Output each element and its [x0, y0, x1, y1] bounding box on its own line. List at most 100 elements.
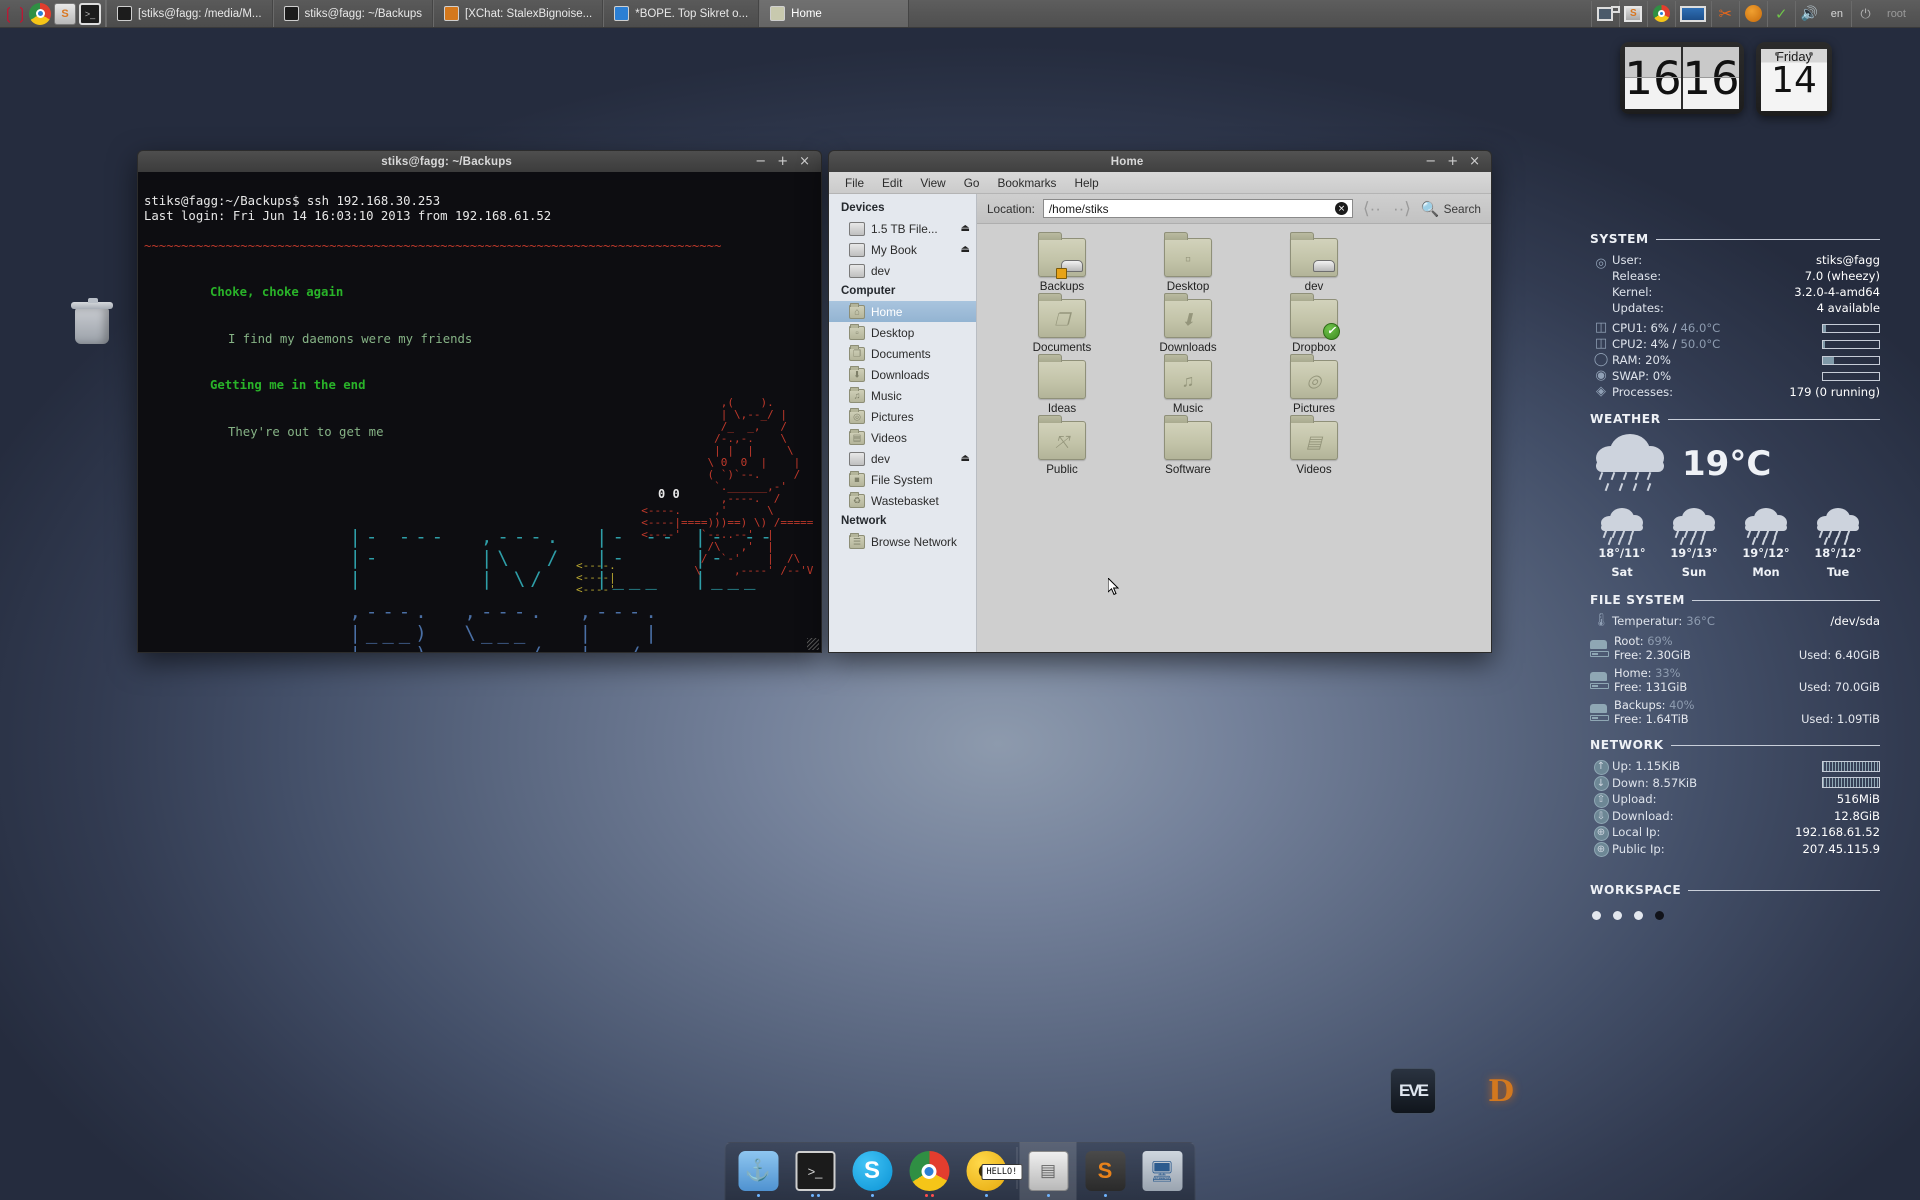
clock-minute: 16 — [1682, 47, 1740, 109]
sublime-launcher-icon[interactable]: S — [54, 2, 76, 25]
file-item-downloads[interactable]: ⬇ Downloads — [1125, 293, 1251, 354]
file-item-desktop[interactable]: ▫ Desktop — [1125, 232, 1251, 293]
sidebar-item-wastebasket[interactable]: ♻ Wastebasket — [829, 490, 976, 511]
maximize-icon[interactable]: + — [1447, 155, 1458, 168]
minimize-icon[interactable]: − — [1425, 155, 1436, 168]
places-sidebar[interactable]: Devices 1.5 TB File... ⏏ My Book ⏏ dev Compute… — [829, 194, 977, 652]
file-item-public[interactable]: ⤧ Public — [999, 415, 1125, 476]
terminal-titlebar[interactable]: stiks@fagg: ~/Backups − + × — [137, 150, 822, 172]
cpu1-temp: 46.0°C — [1680, 321, 1721, 335]
file-item-documents[interactable]: ❐ Documents — [999, 293, 1125, 354]
workspace-switcher[interactable] — [1590, 903, 1880, 928]
hard-drive-icon — [1590, 640, 1614, 657]
window-switcher-icon[interactable] — [1590, 0, 1621, 27]
menu-item-bookmarks[interactable]: Bookmarks — [988, 174, 1065, 192]
user-indicator[interactable]: root — [1879, 8, 1914, 20]
volume-tray-icon[interactable]: 🔊 — [1794, 0, 1823, 27]
sidebar-item-pictures[interactable]: ◎ Pictures — [829, 406, 976, 427]
sidebar-item-home[interactable]: ⌂ Home — [829, 301, 976, 322]
task-button-4[interactable]: Home — [759, 0, 910, 27]
sidebar-item-browse-network[interactable]: ☰ Browse Network — [829, 531, 976, 552]
menu-item-go[interactable]: Go — [955, 174, 989, 192]
desktop-trash-icon[interactable] — [62, 298, 122, 344]
task-button-3[interactable]: *BOPE. Top Sikret o... — [603, 0, 760, 27]
eve-online-icon[interactable]: EVE — [1390, 1068, 1436, 1114]
file-item-dropbox[interactable]: ✓ Dropbox — [1251, 293, 1377, 354]
diablo3-icon[interactable]: D — [1478, 1068, 1524, 1114]
menu-item-edit[interactable]: Edit — [873, 174, 911, 192]
terminal-body[interactable]: stiks@fagg:~/Backups$ ssh 192.168.30.253… — [137, 172, 822, 653]
eject-icon[interactable]: ⏏ — [961, 453, 970, 464]
chrome-dock-button[interactable] — [901, 1142, 958, 1200]
file-item-software[interactable]: Software — [1125, 415, 1251, 476]
file-item-videos[interactable]: ▤ Videos — [1251, 415, 1377, 476]
eject-icon[interactable]: ⏏ — [961, 244, 970, 255]
sublime-tray-icon[interactable]: S — [1618, 0, 1647, 27]
task-button-0[interactable]: [stiks@fagg: /media/M... — [106, 0, 273, 27]
scissors-tray-icon[interactable]: ✂ — [1710, 0, 1739, 27]
chrome-launcher-icon[interactable] — [29, 2, 51, 25]
dropbox-tray-icon[interactable]: ✓ — [1766, 0, 1795, 27]
file-item-backups[interactable]: Backups — [999, 232, 1125, 293]
file-manager-window[interactable]: Home − + × File Edit View Go Bookmarks Help D… — [828, 150, 1492, 653]
sidebar-item-dev[interactable]: dev — [829, 260, 976, 281]
menu-item-view[interactable]: View — [911, 174, 954, 192]
file-manager-dock-button[interactable]: ▤ — [1019, 1142, 1077, 1200]
close-icon[interactable]: × — [1469, 155, 1480, 168]
sidebar-item-videos[interactable]: ▤ Videos — [829, 427, 976, 448]
sidebar-item-my-book[interactable]: My Book ⏏ — [829, 239, 976, 260]
workspace-dot-4[interactable] — [1655, 911, 1664, 920]
calendar-box: Friday 14 — [1761, 49, 1827, 111]
workspace-dot-3[interactable] — [1634, 911, 1643, 920]
forward-icon[interactable]: ··⟩ — [1391, 200, 1413, 217]
location-input[interactable]: /home/stiks × — [1042, 199, 1353, 218]
power-icon[interactable]: ⏻ — [1851, 0, 1879, 27]
file-item-dev[interactable]: dev — [1251, 232, 1377, 293]
search-label: Search — [1443, 201, 1481, 216]
file-item-ideas[interactable]: Ideas — [999, 354, 1125, 415]
sidebar-item-file-system[interactable]: ■ File System — [829, 469, 976, 490]
terminal-launcher-icon[interactable]: >_ — [79, 2, 101, 25]
terminal-window[interactable]: stiks@fagg: ~/Backups − + × stiks@fagg:~… — [137, 150, 822, 653]
task-button-1[interactable]: stiks@fagg: ~/Backups — [272, 0, 433, 27]
docky-anchor-button[interactable]: ⚓ — [730, 1142, 787, 1200]
panel-spacer — [909, 0, 1591, 27]
clear-icon[interactable]: × — [1334, 202, 1348, 215]
fs-disk-pct: 69% — [1647, 634, 1673, 648]
calendar-widget: Friday 14 — [1756, 42, 1832, 116]
sidebar-item-dev[interactable]: dev ⏏ — [829, 448, 976, 469]
keyboard-layout-indicator[interactable]: en — [1823, 8, 1851, 20]
clementine-tray-icon[interactable] — [1738, 0, 1767, 27]
back-icon[interactable]: ⟨·· — [1361, 200, 1383, 217]
file-icon-area[interactable]: Backups ▫ Desktop dev ❐ Documents ⬇ Downloads ✓ D… — [977, 224, 1491, 652]
menu-item-help[interactable]: Help — [1065, 174, 1107, 192]
terminal-dock-button[interactable]: >_ — [787, 1142, 844, 1200]
processes-icon: ◈ — [1596, 384, 1606, 399]
minimize-icon[interactable]: − — [755, 155, 766, 168]
sidebar-item-desktop[interactable]: ▫ Desktop — [829, 322, 976, 343]
remote-desktop-dock-button[interactable]: 🖥 — [1134, 1142, 1191, 1200]
terminal-resize-grip[interactable] — [807, 638, 819, 650]
menu-item-file[interactable]: File — [836, 174, 873, 192]
display-tray-icon[interactable] — [1674, 0, 1711, 27]
maximize-icon[interactable]: + — [777, 155, 788, 168]
file-item-music[interactable]: ♫ Music — [1125, 354, 1251, 415]
smiley-dock-button[interactable]: ☻HELLO! — [958, 1142, 1023, 1200]
close-icon[interactable]: × — [799, 155, 810, 168]
file-manager-titlebar[interactable]: Home − + × — [828, 150, 1492, 172]
search-button[interactable]: 🔍 Search — [1421, 200, 1481, 218]
chrome-tray-icon[interactable] — [1646, 0, 1675, 27]
skype-dock-button[interactable]: S — [844, 1142, 901, 1200]
sublime-dock-button[interactable]: S — [1077, 1142, 1134, 1200]
eject-icon[interactable]: ⏏ — [961, 223, 970, 234]
sidebar-item-music[interactable]: ♫ Music — [829, 385, 976, 406]
sidebar-item-documents[interactable]: ❐ Documents — [829, 343, 976, 364]
task-button-2[interactable]: [XChat: StalexBignoise... — [433, 0, 604, 27]
file-item-pictures[interactable]: ◎ Pictures — [1251, 354, 1377, 415]
workspace-dot-2[interactable] — [1613, 911, 1622, 920]
sidebar-item-1-5-tb-file[interactable]: 1.5 TB File... ⏏ — [829, 218, 976, 239]
debian-menu-icon[interactable]: ❲❳ — [2, 3, 29, 25]
sidebar-item-downloads[interactable]: ⬇ Downloads — [829, 364, 976, 385]
workspace-dot-1[interactable] — [1592, 911, 1601, 920]
system-heading-row: SYSTEM — [1590, 232, 1880, 246]
